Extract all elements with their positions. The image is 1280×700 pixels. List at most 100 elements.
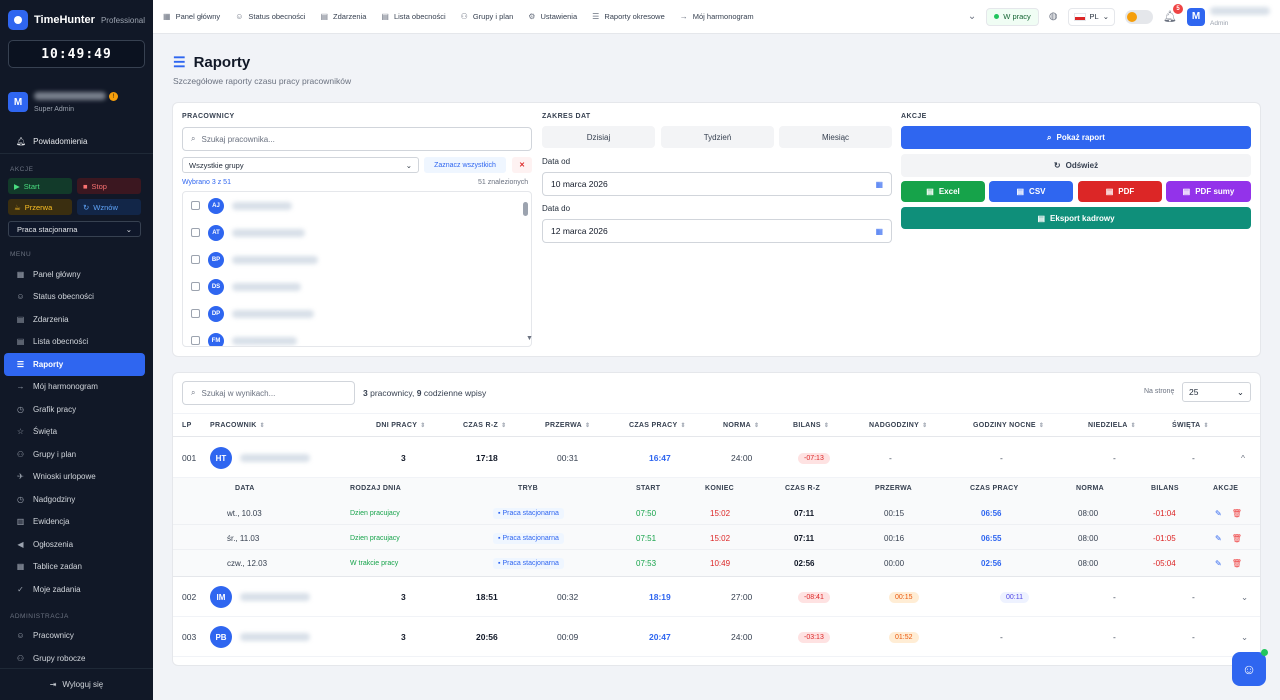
export-excel-button[interactable]: ▤ Excel [901, 181, 985, 202]
sidebar-item-8[interactable]: ⚇ Grupy i plan [4, 443, 145, 466]
notifications-button[interactable]: 🔔︎ 5 [1163, 4, 1183, 23]
employee-option[interactable]: DS [183, 273, 531, 300]
sidebar-item-3[interactable]: ▤ Lista obecności [4, 331, 145, 354]
top-nav-link-3[interactable]: ▤ Lista obecności [381, 3, 445, 31]
column-header-2[interactable]: DNI PRACY ⇕ [376, 422, 426, 429]
clock-icon: ◷ [17, 404, 24, 414]
range-today-button[interactable]: Dzisiaj [542, 126, 655, 148]
employee-checkbox[interactable] [191, 309, 200, 318]
export-pdf-summary-button[interactable]: ▤ PDF sumy [1166, 181, 1251, 202]
sidebar-item-4[interactable]: ☰ Raporty [4, 353, 145, 376]
top-nav-link-2[interactable]: ▤ Zdarzenia [320, 3, 366, 31]
date-from-input[interactable]: 10 marca 2026 ▦ [542, 172, 892, 196]
work-mode-select[interactable]: Praca stacjonarna ⌄ [8, 221, 141, 237]
column-header-4[interactable]: PRZERWA ⇕ [545, 422, 590, 429]
range-week-button[interactable]: Tydzień [661, 126, 774, 148]
column-header-1[interactable]: PRACOWNIK ⇕ [210, 422, 265, 429]
admin-item-1[interactable]: ⚇ Grupy robocze [4, 647, 145, 670]
table-row[interactable]: 001 HT 3 17:18 00:31 16:47 24:00 -07:13 - - - - ^ [173, 438, 1260, 478]
edit-icon[interactable]: ✎ [1215, 559, 1222, 568]
table-row[interactable]: 002 IM 3 18:51 00:32 18:19 27:00 -08:41 00:15 00:… [173, 577, 1260, 617]
sidebar-item-14[interactable]: ✓ Moje zadania [4, 578, 145, 601]
column-header-3[interactable]: CZAS R-Z ⇕ [463, 422, 506, 429]
admin-item-0[interactable]: ☺ Pracownicy [4, 625, 145, 648]
employee-option[interactable]: DP [183, 300, 531, 327]
top-nav-link-1[interactable]: ☺ Status obecności [235, 3, 305, 31]
select-all-button[interactable]: Zaznacz wszystkich [424, 157, 506, 173]
sidebar-item-13[interactable]: ▦ Tablice zadan [4, 556, 145, 579]
chevron-down-icon[interactable]: ⌄ [1241, 592, 1248, 603]
sidebar-item-10[interactable]: ◷ Nadgodziny [4, 488, 145, 511]
date-to-input[interactable]: 12 marca 2026 ▦ [542, 219, 892, 243]
sidebar-item-7[interactable]: ☆ Święta [4, 421, 145, 444]
user-menu[interactable]: M Admin [1187, 6, 1270, 27]
employee-option[interactable]: FM [183, 327, 531, 346]
top-nav-link-0[interactable]: ▦ Panel główny [163, 3, 220, 31]
start-button[interactable]: ▶ Start [8, 178, 72, 194]
employee-checkbox[interactable] [191, 228, 200, 237]
employee-search-input[interactable]: ⌕ Szukaj pracownika... [182, 127, 532, 151]
delete-icon[interactable]: 🗑︎ [1232, 559, 1242, 568]
theme-toggle[interactable] [1125, 9, 1154, 24]
employee-checkbox[interactable] [191, 201, 200, 210]
column-header-11[interactable]: ŚWIĘTA ⇕ [1172, 422, 1209, 429]
refresh-button[interactable]: ↻ Odśwież [901, 154, 1251, 177]
chevron-down-icon[interactable]: ⌄ [968, 11, 976, 22]
notifications-link[interactable]: 🔔︎ Powiadomienia [0, 130, 153, 154]
edit-icon[interactable]: ✎ [1215, 534, 1222, 543]
table-row[interactable]: 003 PB 3 20:56 00:09 20:47 24:00 -03:13 01:52 - - -… [173, 617, 1260, 657]
column-header-8[interactable]: NADGODZINY ⇕ [869, 422, 927, 429]
edit-icon[interactable]: ✎ [1215, 509, 1222, 518]
employee-option[interactable]: BP [183, 246, 531, 273]
sidebar-item-5[interactable]: → Mój harmonogram [4, 376, 145, 399]
top-nav-link-4[interactable]: ⚇ Grupy i plan [461, 3, 514, 31]
chevron-down-icon[interactable]: ⌄ [1241, 632, 1248, 643]
sidebar-item-11[interactable]: ▥ Ewidencja [4, 511, 145, 534]
break-button[interactable]: ☕︎ Przerwa [8, 199, 72, 215]
column-header-9[interactable]: GODZINY NOCNE ⇕ [973, 422, 1044, 429]
clear-selection-icon[interactable]: ✕ [512, 157, 532, 173]
top-nav-link-6[interactable]: ☰ Raporty okresowe [592, 3, 665, 31]
export-pdf-button[interactable]: ▤ PDF [1078, 181, 1162, 202]
results-search-input[interactable]: ⌕ Szukaj w wynikach... [182, 381, 355, 405]
column-header-7[interactable]: BILANS ⇕ [793, 422, 829, 429]
top-nav-link-7[interactable]: → Mój harmonogram [680, 3, 754, 31]
top-nav-link-5[interactable]: ⚙ Ustawienia [528, 3, 577, 31]
employee-checkbox[interactable] [191, 255, 200, 264]
resume-button[interactable]: ↻ Wznów [77, 199, 141, 215]
column-header-6[interactable]: NORMA ⇕ [723, 422, 759, 429]
delete-icon[interactable]: 🗑︎ [1232, 534, 1242, 543]
sidebar-item-6[interactable]: ◷ Grafik pracy [4, 398, 145, 421]
column-header-5[interactable]: CZAS PRACY ⇕ [629, 422, 686, 429]
status-badge[interactable]: W pracy [986, 7, 1039, 26]
sidebar-user[interactable]: M ! Super Admin [0, 68, 153, 130]
globe-icon[interactable]: ◍ [1049, 11, 1058, 22]
language-select[interactable]: PL ⌄ [1067, 7, 1116, 26]
employee-checkbox[interactable] [191, 282, 200, 291]
sidebar-item-9[interactable]: ✈ Wnioski urlopowe [4, 466, 145, 489]
delete-icon[interactable]: 🗑︎ [1232, 509, 1242, 518]
column-header-10[interactable]: NIEDZIELA ⇕ [1088, 422, 1136, 429]
sidebar-item-0[interactable]: ▦ Panel główny [4, 263, 145, 286]
logout-button[interactable]: ⇥ Wyloguj się [0, 668, 153, 700]
employee-option[interactable]: AT [183, 219, 531, 246]
stop-button[interactable]: ■ Stop [77, 178, 141, 194]
work-days: 3 [401, 632, 406, 642]
employee-option[interactable]: AJ [183, 192, 531, 219]
hr-export-button[interactable]: ▤ Eksport kadrowy [901, 207, 1251, 229]
per-page-select[interactable]: 25 ⌄ [1182, 382, 1251, 402]
range-month-button[interactable]: Miesiąc [779, 126, 892, 148]
sidebar-item-12[interactable]: ◀ Ogłoszenia [4, 533, 145, 556]
chevron-up-icon[interactable]: ^ [1241, 453, 1245, 463]
chevron-down-icon: ⌄ [1236, 386, 1244, 397]
sidebar-item-1[interactable]: ☺ Status obecności [4, 286, 145, 309]
show-report-button[interactable]: ⌕ Pokaż raport [901, 126, 1251, 149]
employee-checkbox[interactable] [191, 336, 200, 345]
sidebar-item-2[interactable]: ▤ Zdarzenia [4, 308, 145, 331]
group-select[interactable]: Wszystkie grupy ⌄ [182, 157, 419, 173]
chatbot-button[interactable]: ☺ [1232, 649, 1268, 686]
export-csv-button[interactable]: ▤ CSV [989, 181, 1073, 202]
scrollbar[interactable] [523, 202, 528, 216]
scroll-down-icon[interactable]: ▼ [526, 335, 533, 342]
search-icon: ⌕ [1047, 132, 1052, 142]
